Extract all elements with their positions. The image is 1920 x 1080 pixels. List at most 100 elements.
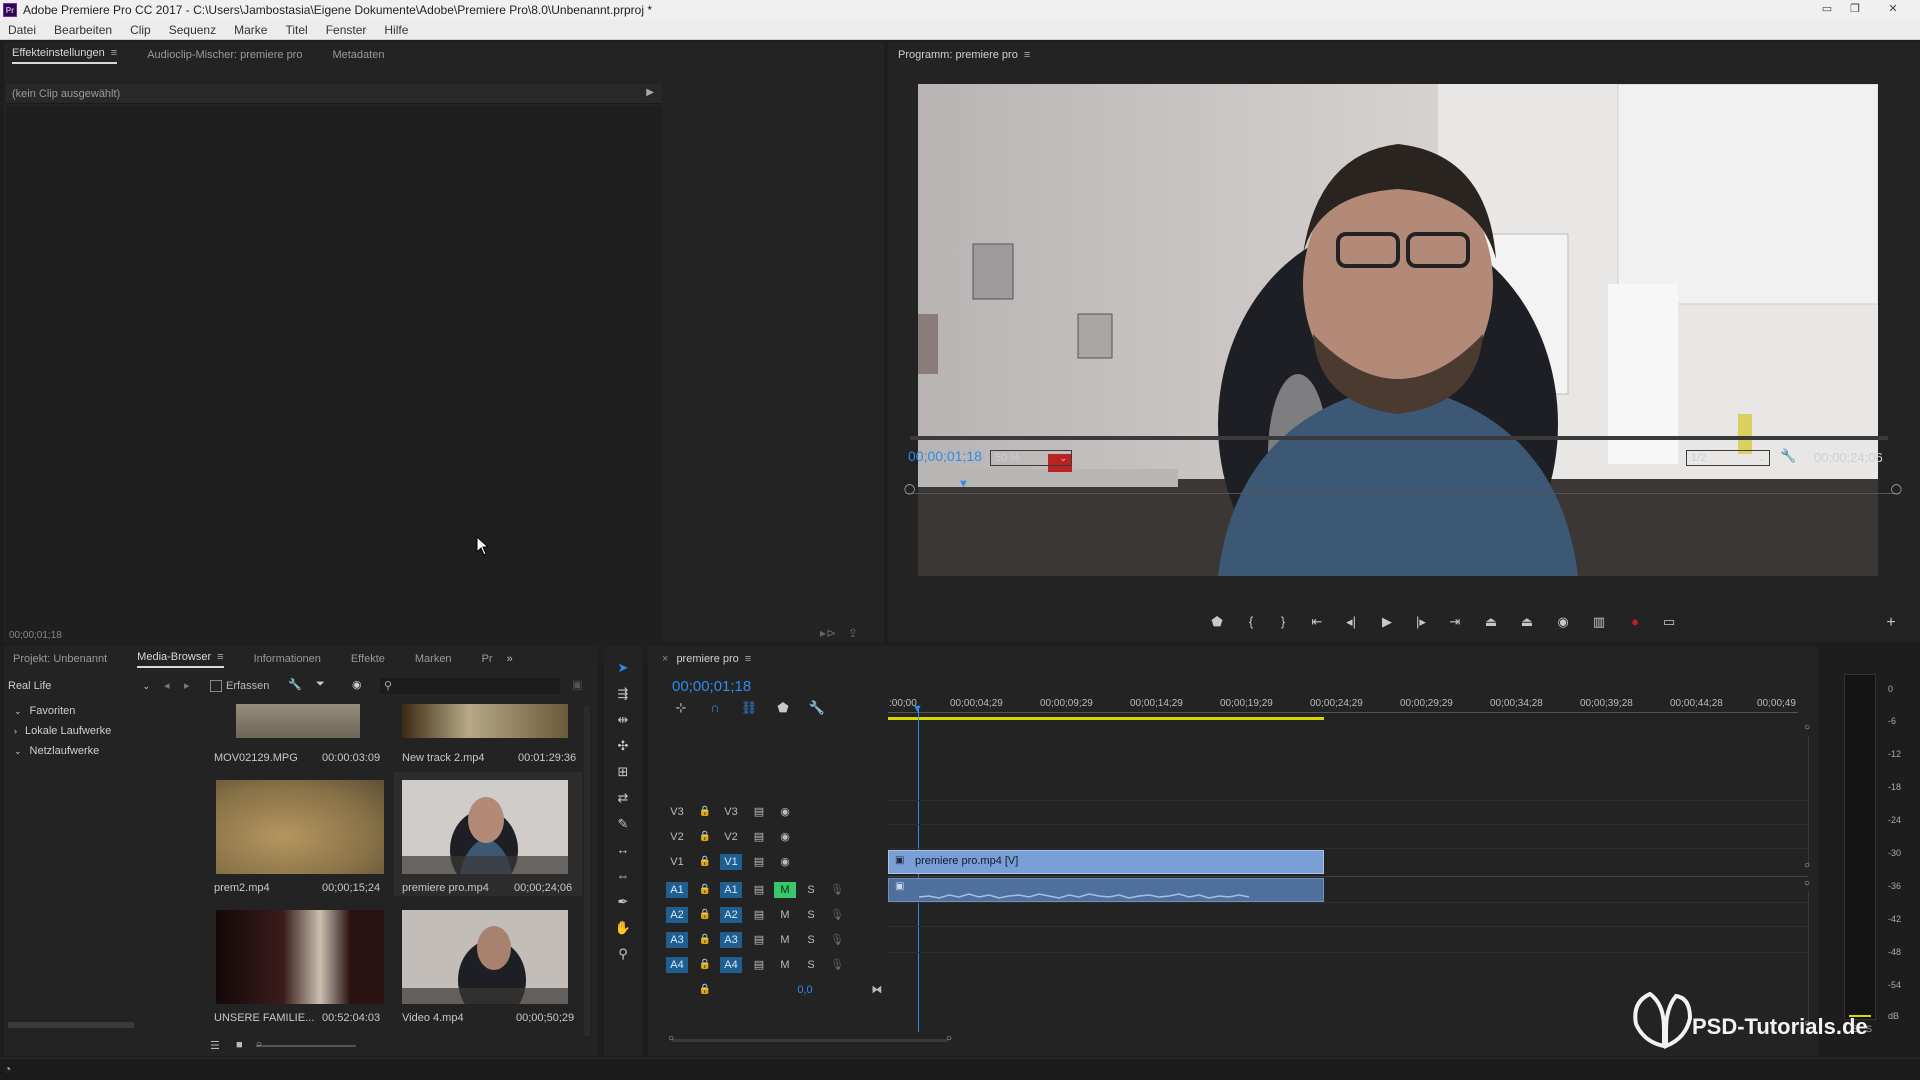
timeline-settings-icon[interactable]: 🔧 bbox=[806, 700, 828, 716]
tab-projekt[interactable]: Projekt: Unbenannt bbox=[13, 653, 107, 665]
target-track-v1[interactable]: V1 bbox=[720, 854, 742, 870]
vertical-scroll-handle[interactable]: ○ bbox=[1804, 722, 1810, 733]
tree-scrollbar[interactable] bbox=[8, 1022, 134, 1028]
close-sequence-icon[interactable]: × bbox=[662, 653, 668, 665]
restore-icon[interactable]: ❐ bbox=[1846, 2, 1864, 16]
tab-sequence[interactable]: premiere pro ≡ bbox=[676, 653, 751, 665]
mark-out-icon[interactable]: } bbox=[1272, 614, 1294, 629]
solo-button-a3[interactable]: S bbox=[800, 932, 822, 948]
zoom-select[interactable]: 50 % ⌄ bbox=[990, 450, 1072, 466]
tree-item-netzlaufwerke[interactable]: ⌄ Netzlaufwerke bbox=[8, 742, 204, 762]
target-track-v2[interactable]: V2 bbox=[720, 829, 742, 845]
add-marker-icon[interactable]: ⬟ bbox=[772, 700, 794, 716]
program-scroll-track[interactable] bbox=[910, 436, 1888, 440]
target-track-a1[interactable]: A1 bbox=[720, 882, 742, 898]
extract-icon[interactable]: ⏏ bbox=[1516, 614, 1538, 630]
nest-sequence-icon[interactable]: ⊹ bbox=[670, 700, 692, 716]
eye-icon[interactable]: ◉ bbox=[774, 829, 796, 845]
menu-fenster[interactable]: Fenster bbox=[326, 23, 367, 37]
vertical-scroll-handle[interactable]: ○ bbox=[1804, 860, 1810, 871]
ripple-edit-tool-icon[interactable]: ⇹ bbox=[612, 712, 634, 728]
timeline-playhead-icon[interactable]: ▼ bbox=[912, 703, 923, 715]
zoom-handle-left[interactable]: ○ bbox=[668, 1033, 674, 1044]
source-track-v2[interactable]: V2 bbox=[666, 829, 688, 845]
clip-thumbnail[interactable] bbox=[402, 704, 568, 738]
linked-selection-icon[interactable]: ⛓ bbox=[738, 700, 760, 716]
panel-menu-icon[interactable]: ≡ bbox=[217, 651, 223, 663]
mic-icon[interactable]: 🎙 bbox=[826, 882, 848, 898]
slider-handle[interactable]: ○ bbox=[256, 1039, 262, 1050]
eye-icon[interactable]: ◉ bbox=[774, 854, 796, 870]
slip-tool-icon[interactable]: ↔ bbox=[612, 842, 634, 857]
slide-tool-icon[interactable]: ⇔ bbox=[612, 868, 634, 883]
tab-program-monitor[interactable]: Programm: premiere pro ≡ bbox=[898, 49, 1030, 61]
program-video-frame[interactable] bbox=[918, 84, 1878, 576]
thumbnail-scrollbar[interactable] bbox=[584, 706, 590, 1036]
lock-icon[interactable]: 🔒 bbox=[694, 829, 716, 845]
lock-icon[interactable]: 🔒 bbox=[694, 882, 716, 898]
mark-in-icon[interactable]: { bbox=[1240, 614, 1262, 629]
tab-metadaten[interactable]: Metadaten bbox=[332, 49, 384, 61]
track-select-tool-icon[interactable]: ⇶ bbox=[612, 686, 634, 702]
panel-menu-icon[interactable]: ≡ bbox=[111, 47, 117, 59]
icon-view-icon[interactable]: ■ bbox=[236, 1039, 243, 1051]
safe-margins-icon[interactable]: ▭ bbox=[1658, 614, 1680, 630]
lock-icon[interactable]: 🔒 bbox=[694, 982, 716, 998]
tab-effekte[interactable]: Effekte bbox=[351, 653, 385, 665]
search-input[interactable]: ⚲ bbox=[380, 678, 560, 694]
mute-button-a4[interactable]: M bbox=[774, 957, 796, 973]
tree-item-favoriten[interactable]: ⌄ Favoriten bbox=[8, 702, 204, 722]
menu-datei[interactable]: Datei bbox=[8, 23, 36, 37]
mic-icon[interactable]: 🎙 bbox=[826, 932, 848, 948]
snap-icon[interactable]: ∩ bbox=[704, 700, 726, 715]
wrench-icon[interactable]: 🔧 bbox=[1780, 448, 1796, 464]
wrench-icon[interactable]: 🔧 bbox=[288, 678, 302, 691]
lift-icon[interactable]: ⏏ bbox=[1480, 614, 1502, 630]
tab-media-browser[interactable]: Media-Browser ≡ bbox=[137, 651, 224, 668]
source-track-a4[interactable]: A4 bbox=[666, 957, 688, 973]
menu-titel[interactable]: Titel bbox=[285, 23, 307, 37]
location-select[interactable]: Real Life ⌄ bbox=[8, 678, 150, 694]
lock-icon[interactable]: 🔒 bbox=[694, 804, 716, 820]
add-marker-icon[interactable]: ⬟ bbox=[1206, 614, 1228, 630]
sync-lock-icon[interactable]: ▤ bbox=[748, 854, 770, 870]
scrub-end-handle[interactable]: ◯ bbox=[1891, 484, 1902, 495]
tab-informationen[interactable]: Informationen bbox=[254, 653, 321, 665]
menu-bearbeiten[interactable]: Bearbeiten bbox=[54, 23, 112, 37]
timeline-zoom-bar[interactable]: ○ ○ bbox=[668, 1033, 952, 1044]
sync-lock-icon[interactable]: ▤ bbox=[748, 829, 770, 845]
program-scrub-bar[interactable]: ◯ ▼ ◯ bbox=[904, 478, 1902, 495]
filter-icon[interactable]: ⏷ bbox=[316, 678, 325, 691]
rolling-edit-tool-icon[interactable]: ✣ bbox=[612, 738, 634, 754]
close-icon[interactable]: ✕ bbox=[1884, 2, 1902, 16]
sync-lock-icon[interactable]: ▤ bbox=[748, 804, 770, 820]
target-track-a3[interactable]: A3 bbox=[720, 932, 742, 948]
scrub-start-handle[interactable]: ◯ bbox=[904, 484, 915, 495]
mic-icon[interactable]: 🎙 bbox=[826, 907, 848, 923]
menu-hilfe[interactable]: Hilfe bbox=[384, 23, 408, 37]
clip-thumbnail[interactable] bbox=[216, 910, 384, 1004]
menu-sequenz[interactable]: Sequenz bbox=[169, 23, 216, 37]
back-arrow-icon[interactable]: ◂ bbox=[164, 679, 170, 692]
video-scroll-track[interactable] bbox=[1808, 736, 1809, 866]
program-timecode[interactable]: 00;00;01;18 bbox=[908, 448, 982, 464]
target-track-a2[interactable]: A2 bbox=[720, 907, 742, 923]
tree-item-lokale-laufwerke[interactable]: › Lokale Laufwerke bbox=[8, 722, 204, 742]
forward-arrow-icon[interactable]: ▸ bbox=[184, 679, 190, 692]
record-icon[interactable]: ● bbox=[1624, 614, 1646, 629]
panel-menu-icon[interactable]: ≡ bbox=[1024, 49, 1030, 61]
video-clip[interactable]: ▣ premiere pro.mp4 [V] bbox=[888, 850, 1324, 874]
thumbnail-size-slider[interactable]: ○ bbox=[256, 1039, 356, 1050]
mute-button-a3[interactable]: M bbox=[774, 932, 796, 948]
step-back-icon[interactable]: ◂| bbox=[1340, 614, 1362, 630]
export-icon[interactable]: ⇪ bbox=[848, 626, 858, 640]
razor-tool-icon[interactable]: ✎ bbox=[612, 816, 634, 832]
tab-marken[interactable]: Marken bbox=[415, 653, 452, 665]
step-forward-icon[interactable]: |▸ bbox=[1410, 614, 1432, 630]
ingest-checkbox[interactable] bbox=[210, 680, 222, 692]
sync-lock-icon[interactable]: ▤ bbox=[748, 907, 770, 923]
play-icon[interactable]: ▶ bbox=[1376, 614, 1398, 630]
clip-thumbnail[interactable] bbox=[236, 704, 360, 738]
tab-effekteinstellungen[interactable]: Effekteinstellungen ≡ bbox=[12, 47, 118, 64]
target-track-v3[interactable]: V3 bbox=[720, 804, 742, 820]
